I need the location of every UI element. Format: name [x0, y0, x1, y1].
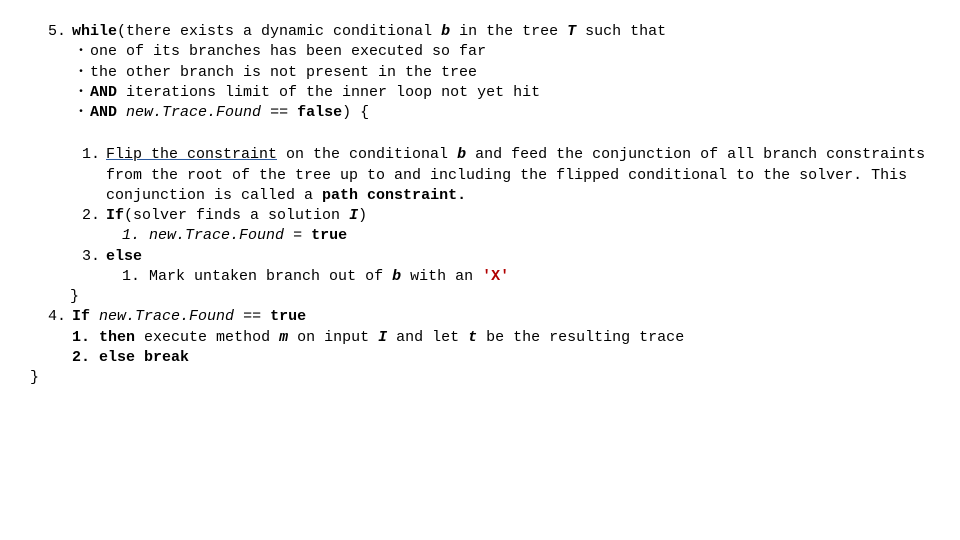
step-number: 1.	[70, 145, 106, 206]
kw-while: while	[72, 23, 117, 40]
bullet-text: one of its branches has been executed so…	[90, 42, 930, 62]
kw-if: If	[106, 207, 124, 224]
bullet-text: the other branch is not present in the t…	[90, 63, 930, 83]
var-b: b	[392, 268, 401, 285]
kw-true: true	[311, 227, 347, 244]
step-body: Flip the constraint on the conditional b…	[106, 145, 930, 206]
kw-false: false	[297, 104, 342, 121]
var-b: b	[457, 146, 466, 163]
bullet-dot-icon: •	[72, 42, 90, 62]
bullet-dot-icon: •	[72, 103, 90, 123]
item-body: If new.Trace.Found == true 1. then execu…	[72, 307, 930, 368]
text: on input	[288, 329, 378, 346]
text: and let	[387, 329, 468, 346]
sub-number: 2.	[72, 349, 90, 366]
close-brace-outer: }	[30, 368, 930, 388]
text: ==	[234, 308, 270, 325]
text: on the conditional	[277, 146, 457, 163]
var-T: T	[567, 23, 576, 40]
text	[90, 308, 99, 325]
bullet: • one of its branches has been executed …	[72, 42, 930, 62]
kw-else: else	[99, 349, 135, 366]
text: ) {	[342, 104, 369, 121]
text: ==	[261, 104, 297, 121]
kw-break: break	[135, 349, 189, 366]
text: (solver finds a solution	[124, 207, 349, 224]
step-3: 3. else 1. Mark untaken branch out of b …	[70, 247, 930, 288]
step-1: 1. Flip the constraint on the conditiona…	[70, 145, 930, 206]
item-number: 4.	[30, 307, 72, 368]
text: with an	[401, 268, 482, 285]
text: in the tree	[450, 23, 567, 40]
item-body: while(there exists a dynamic conditional…	[72, 22, 930, 42]
var-b: b	[441, 23, 450, 40]
text: execute method	[135, 329, 279, 346]
bullet-dot-icon: •	[72, 83, 90, 103]
sub-step: 1. Mark untaken branch out of b with an …	[122, 267, 930, 287]
sub-step: 1. then execute method m on input I and …	[72, 328, 930, 348]
item-5: 5. while(there exists a dynamic conditio…	[30, 22, 930, 42]
step-number: 3.	[70, 247, 106, 288]
text: =	[284, 227, 311, 244]
text: Mark untaken branch out of	[149, 268, 392, 285]
kw-true: true	[270, 308, 306, 325]
kw-if: If	[72, 308, 90, 325]
var-I: I	[378, 329, 387, 346]
step-body: else 1. Mark untaken branch out of b wit…	[106, 247, 930, 288]
text: (there exists a dynamic conditional	[117, 23, 441, 40]
item-4: 4. If new.Trace.Found == true 1. then ex…	[30, 307, 930, 368]
step-number: 2.	[70, 206, 106, 247]
bullet-text: AND iterations limit of the inner loop n…	[90, 83, 930, 103]
path-constraint: path constraint.	[322, 187, 466, 204]
x-literal: 'X'	[482, 268, 509, 285]
kw-and: AND	[90, 104, 117, 121]
item-number: 5.	[30, 22, 72, 42]
bullet-dot-icon: •	[72, 63, 90, 83]
text: such that	[576, 23, 666, 40]
bullet: • AND iterations limit of the inner loop…	[72, 83, 930, 103]
kw-then: then	[99, 329, 135, 346]
var-newtrace: new.Trace.Found	[126, 104, 261, 121]
step-2: 2. If(solver finds a solution I) 1. new.…	[70, 206, 930, 247]
var-m: m	[279, 329, 288, 346]
step-body: If(solver finds a solution I) 1. new.Tra…	[106, 206, 930, 247]
bullet-text: AND new.Trace.Found == false) {	[90, 103, 930, 123]
var-newtrace: new.Trace.Found	[99, 308, 234, 325]
text: )	[358, 207, 367, 224]
bullet-list: • one of its branches has been executed …	[72, 42, 930, 123]
sub-number: 1.	[122, 227, 140, 244]
sub-number: 1.	[72, 329, 90, 346]
sub-step: 2. else break	[72, 348, 930, 368]
var-newtrace: new.Trace.Found	[149, 227, 284, 244]
kw-and: AND	[90, 84, 117, 101]
sub-step: 1. new.Trace.Found = true	[122, 226, 930, 246]
var-I: I	[349, 207, 358, 224]
kw-else: else	[106, 248, 142, 265]
algorithm-page: 5. while(there exists a dynamic conditio…	[0, 0, 960, 410]
bullet: • the other branch is not present in the…	[72, 63, 930, 83]
bullet: • AND new.Trace.Found == false) {	[72, 103, 930, 123]
text: be the resulting trace	[477, 329, 684, 346]
close-brace-inner: }	[70, 287, 930, 307]
text: iterations limit of the inner loop not y…	[117, 84, 540, 101]
inner-steps: 1. Flip the constraint on the conditiona…	[70, 145, 930, 307]
flip-link: Flip the constraint	[106, 146, 277, 163]
sub-number: 1.	[122, 268, 140, 285]
var-t: t	[468, 329, 477, 346]
